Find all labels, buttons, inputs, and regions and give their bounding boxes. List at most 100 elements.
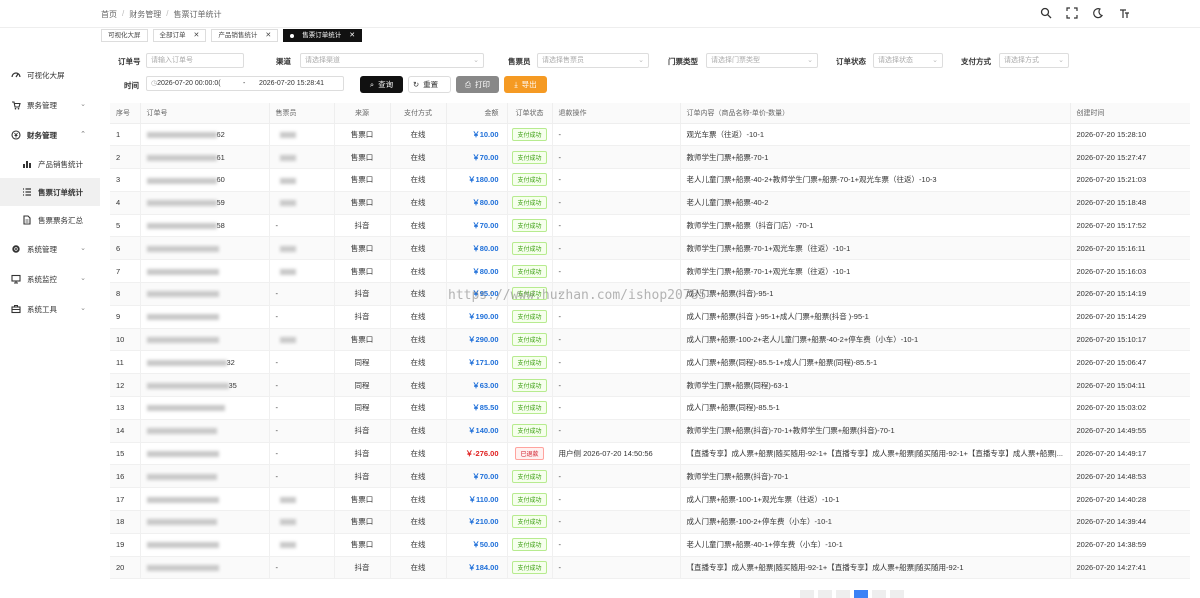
col-header-status[interactable]: 订单状态 bbox=[507, 103, 553, 124]
cell-pay: 在线 bbox=[390, 350, 447, 375]
table-row[interactable]: 2 61 售票口 在线 ￥70.00 支付成功 - 教师学生门票+船票-70-1 2026-07… bbox=[110, 145, 1190, 170]
sidebar-item-tools[interactable]: 系统工具 ⌄ bbox=[0, 294, 100, 324]
cell-order-no: 32 bbox=[140, 350, 270, 375]
pay-method-select[interactable]: 请选择方式 ⌄ bbox=[999, 53, 1069, 68]
table-row[interactable]: 11 32- 同程 在线 ￥171.00 支付成功 - 成人门票+船票(同程)-85.5-1+… bbox=[110, 350, 1190, 375]
col-header-time[interactable]: 创建时间 bbox=[1070, 103, 1190, 124]
sidebar-item-dashboard[interactable]: 可视化大屏 bbox=[0, 60, 100, 90]
sidebar-item-system[interactable]: 系统管理 ⌄ bbox=[0, 234, 100, 264]
table-row[interactable]: 7 售票口 在线 ￥80.00 支付成功 - 教师学生门票+船票-70-1+观光车票（往返）… bbox=[110, 259, 1190, 284]
tab-product-sales[interactable]: 产品销售统计 ✕ bbox=[211, 29, 279, 42]
status-select[interactable]: 请选择状态 ⌄ bbox=[873, 53, 943, 68]
table-row[interactable]: 12 35- 同程 在线 ￥63.00 支付成功 - 教师学生门票+船票(同程)-63-1 20… bbox=[110, 373, 1190, 398]
sidebar-item-product-sales[interactable]: 产品销售统计 bbox=[0, 150, 100, 178]
table-row[interactable]: 13- 同程 在线 ￥85.50 支付成功 - 成人门票+船票(同程)-85.5-1 2026… bbox=[110, 396, 1190, 420]
table-row[interactable]: 3 60 售票口 在线 ￥180.00 支付成功 - 老人儿童门票+船票-40-2+教师学生门… bbox=[110, 168, 1190, 192]
search-icon: ⌕ bbox=[369, 80, 375, 89]
col-header-source[interactable]: 来源 bbox=[334, 103, 391, 124]
table-row[interactable]: 20- 抖音 在线 ￥184.00 支付成功 - 【直播专享】成人票+船票|随买随用-92-… bbox=[110, 556, 1190, 579]
moon-icon[interactable] bbox=[1092, 7, 1104, 19]
cell-order-no bbox=[140, 419, 270, 443]
table-row[interactable]: 17 售票口 在线 ￥110.00 支付成功 - 成人门票+船票-100-1+观光车票（往返… bbox=[110, 487, 1190, 512]
col-header-amount[interactable]: 金额 bbox=[446, 103, 508, 124]
cell-no: 15 bbox=[110, 442, 141, 466]
cell-no: 14 bbox=[110, 419, 141, 443]
cell-content: 成人门票+船票(同程)-85.5-1 bbox=[680, 396, 1071, 420]
col-header-order-no[interactable]: 订单号 bbox=[140, 103, 270, 124]
reset-button[interactable]: ↻ 重置 bbox=[408, 76, 451, 93]
seller-select[interactable]: 请选择售票员 ⌄ bbox=[537, 53, 649, 68]
sidebar-item-ticket-orders[interactable]: 售票订单统计 bbox=[0, 178, 100, 206]
table-row[interactable]: 19 售票口 在线 ￥50.00 支付成功 - 老人儿童门票+船票-40-1+停车费（小车）… bbox=[110, 533, 1190, 557]
cell-content: 成人门票+船票-100-1+观光车票（往返）-10-1 bbox=[680, 487, 1071, 512]
sidebar-item-ticketing[interactable]: 票务管理 ⌄ bbox=[0, 90, 100, 120]
sidebar-item-finance[interactable]: 财务管理 ⌃ bbox=[0, 120, 100, 150]
cell-status: 支付成功 bbox=[507, 487, 553, 512]
table-row[interactable]: 8- 抖音 在线 ￥95.00 支付成功 - 成人门票+船票(抖音)-95-1 2026-07… bbox=[110, 282, 1190, 306]
ticket-type-select[interactable]: 请选择门票类型 ⌄ bbox=[706, 53, 818, 68]
page-button[interactable] bbox=[836, 590, 850, 598]
table-header: 序号 订单号 售票员 来源 支付方式 金额 订单状态 退款操作 订单内容（商品名… bbox=[110, 103, 1190, 124]
order-no-input[interactable]: 请输入订单号 bbox=[146, 53, 244, 68]
tab-ticket-orders[interactable]: 售票订单统计 ✕ bbox=[283, 29, 363, 42]
cell-no: 18 bbox=[110, 510, 141, 534]
col-header-no[interactable]: 序号 bbox=[110, 103, 141, 124]
cell-seller: - bbox=[269, 373, 335, 398]
export-button[interactable]: ⤓ 导出 bbox=[504, 76, 547, 93]
close-icon[interactable]: ✕ bbox=[349, 30, 355, 42]
channel-select[interactable]: 请选择渠道 ⌄ bbox=[300, 53, 484, 68]
close-icon[interactable]: ✕ bbox=[265, 30, 271, 42]
cell-status: 支付成功 bbox=[507, 214, 553, 238]
search-icon[interactable] bbox=[1040, 7, 1052, 19]
table-row[interactable]: 1 62 售票口 在线 ￥10.00 支付成功 - 观光车票（往返）-10-1 2026-07-… bbox=[110, 123, 1190, 147]
page-button[interactable] bbox=[818, 590, 832, 598]
monitor-icon bbox=[11, 274, 21, 284]
table-row[interactable]: 16- 抖音 在线 ￥70.00 支付成功 - 教师学生门票+船票(抖音)-70-1 2026… bbox=[110, 464, 1190, 489]
status-badge: 支付成功 bbox=[512, 515, 547, 529]
col-header-content[interactable]: 订单内容（商品名称-单价-数量） bbox=[680, 103, 1071, 124]
status-badge: 支付成功 bbox=[512, 355, 547, 369]
sidebar-item-ticket-summary[interactable]: 售票票务汇总 bbox=[0, 206, 100, 234]
table-row[interactable]: 4 59 售票口 在线 ￥80.00 支付成功 - 老人儿童门票+船票-40-2 2026-07… bbox=[110, 191, 1190, 215]
cell-source: 售票口 bbox=[334, 123, 391, 147]
col-header-seller[interactable]: 售票员 bbox=[269, 103, 335, 124]
cell-status: 支付成功 bbox=[507, 168, 553, 192]
cell-no: 5 bbox=[110, 214, 141, 238]
fullscreen-icon[interactable] bbox=[1066, 7, 1078, 19]
breadcrumb-finance[interactable]: 财务管理 bbox=[129, 9, 161, 20]
cell-time: 2026-07-20 14:38:59 bbox=[1070, 533, 1190, 557]
cell-source: 同程 bbox=[334, 396, 391, 420]
col-header-refund[interactable]: 退款操作 bbox=[552, 103, 681, 124]
sidebar-item-monitor[interactable]: 系统监控 ⌄ bbox=[0, 264, 100, 294]
table-row[interactable]: 18 售票口 在线 ￥210.00 支付成功 - 成人门票+船票-100-2+停车费（小车）… bbox=[110, 510, 1190, 534]
refresh-icon: ↻ bbox=[412, 80, 420, 89]
cell-content: 【直播专享】成人票+船票|随买随用-92-1+【直播专享】成人票+船票|随买随用… bbox=[680, 556, 1071, 579]
print-button[interactable]: ⎙ 打印 bbox=[456, 76, 499, 93]
cell-refund: - bbox=[552, 419, 681, 443]
cart-icon bbox=[11, 100, 21, 110]
cell-refund: - bbox=[552, 464, 681, 489]
col-header-pay[interactable]: 支付方式 bbox=[390, 103, 447, 124]
table-row[interactable]: 15 - 抖音 在线 ￥-276.00 已退款 用户侧 2026-07-20 14:50:5… bbox=[110, 442, 1190, 466]
table-row[interactable]: 9- 抖音 在线 ￥190.00 支付成功 - 成人门票+船票(抖音 )-95-1+成人门票… bbox=[110, 305, 1190, 329]
printer-icon: ⎙ bbox=[465, 80, 471, 89]
close-icon[interactable]: ✕ bbox=[194, 30, 200, 42]
table-row[interactable]: 10 售票口 在线 ￥290.00 支付成功 - 成人门票+船票-100-2+老人儿童门票+… bbox=[110, 328, 1190, 352]
cell-source: 抖音 bbox=[334, 305, 391, 329]
query-button[interactable]: ⌕ 查询 bbox=[360, 76, 403, 93]
table-row[interactable]: 5 58- 抖音 在线 ￥70.00 支付成功 - 教师学生门票+船票（抖音门店）-70-1 2… bbox=[110, 214, 1190, 238]
cell-no: 3 bbox=[110, 168, 141, 192]
page-button[interactable] bbox=[800, 590, 814, 598]
page-button[interactable] bbox=[872, 590, 886, 598]
tab-dashboard[interactable]: 可视化大屏 bbox=[101, 29, 148, 42]
font-size-icon[interactable] bbox=[1118, 7, 1130, 19]
tab-all-orders[interactable]: 全部订单 ✕ bbox=[152, 29, 207, 42]
cell-content: 老人儿童门票+船票-40-2 bbox=[680, 191, 1071, 215]
page-button[interactable] bbox=[890, 590, 904, 598]
table-row[interactable]: 14- 抖音 在线 ￥140.00 支付成功 - 教师学生门票+船票(抖音)-70-1+教师… bbox=[110, 419, 1190, 443]
cell-order-no bbox=[140, 259, 270, 284]
breadcrumb-home[interactable]: 首页 bbox=[101, 9, 117, 20]
page-button-current[interactable] bbox=[854, 590, 868, 598]
table-row[interactable]: 6 售票口 在线 ￥80.00 支付成功 - 教师学生门票+船票-70-1+观光车票（往返）… bbox=[110, 236, 1190, 261]
time-range-picker[interactable]: ◷2026-07-20 00:00:0( - 2026-07-20 15:28:… bbox=[146, 76, 344, 91]
